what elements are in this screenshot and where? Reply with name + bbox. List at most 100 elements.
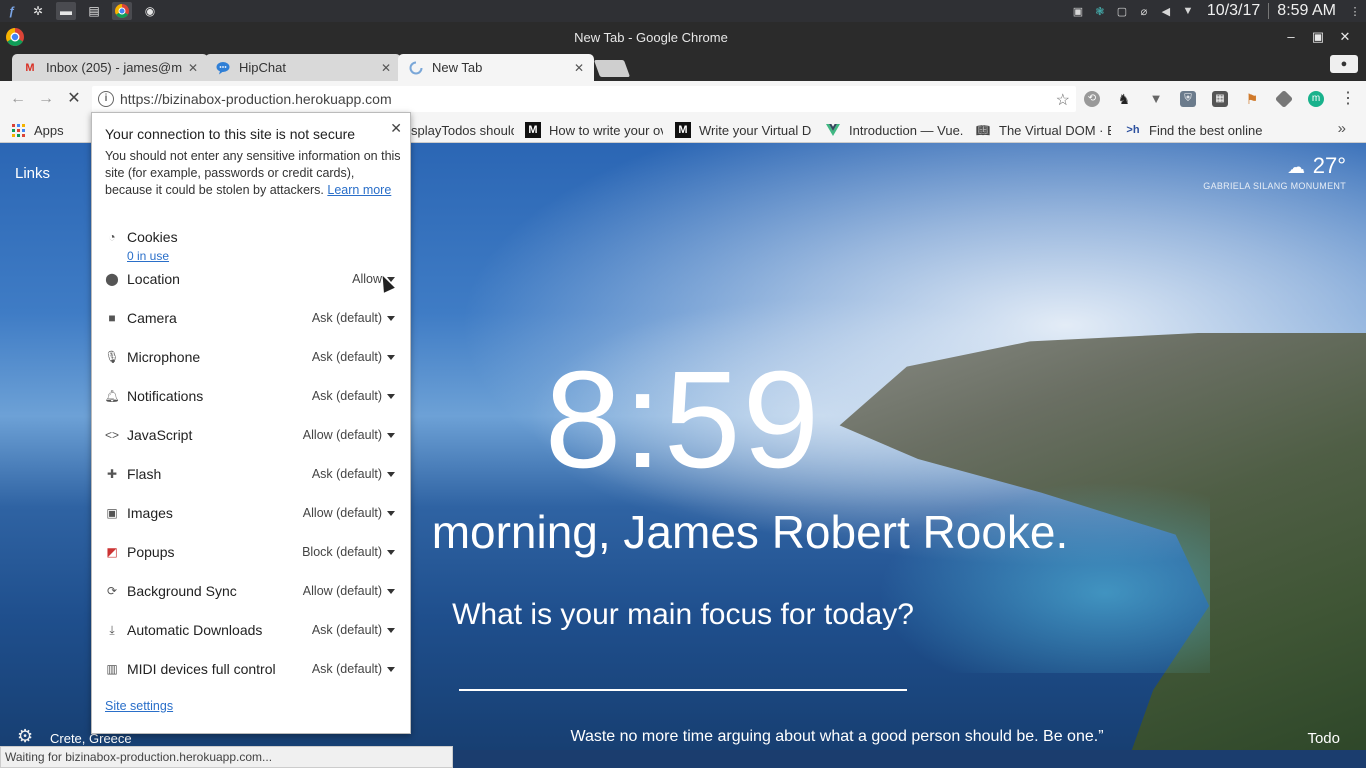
clip-icon[interactable]: ⌀	[1133, 0, 1155, 22]
screen-icon[interactable]: ▢	[1111, 0, 1133, 22]
chevron-double-right-icon[interactable]: »	[1338, 120, 1346, 137]
stop-loading-icon[interactable]: ✕	[64, 89, 84, 109]
keyboard-icon[interactable]: ▣	[1067, 0, 1089, 22]
permission-select[interactable]: Ask (default)	[312, 350, 382, 364]
bookmark-item[interactable]: M Write your Virtual DC	[675, 121, 812, 139]
permission-select[interactable]: Ask (default)	[312, 662, 382, 676]
permission-row-automatic-downloads[interactable]: ⤓ Automatic Downloads Ask (default)	[105, 620, 395, 640]
download-icon: ⤓	[109, 622, 115, 637]
close-icon[interactable]: ✕	[186, 61, 200, 75]
shield-icon[interactable]: ⛨	[1180, 91, 1196, 107]
chrome-icon[interactable]	[112, 2, 132, 20]
close-icon[interactable]: ✕	[390, 120, 402, 137]
learn-more-link[interactable]: Learn more	[327, 183, 391, 197]
permission-select[interactable]: Allow (default)	[303, 506, 382, 520]
apps-grid-icon	[10, 122, 26, 138]
terminal-icon[interactable]: ▬	[56, 2, 76, 20]
dropdown-icon[interactable]: ▼	[1177, 0, 1199, 22]
sea-background	[860, 473, 1210, 673]
extension-icon[interactable]	[1274, 89, 1294, 109]
site-settings-link[interactable]: Site settings	[105, 699, 173, 713]
extension-icon[interactable]: ⟲	[1084, 91, 1100, 107]
tab-new-tab[interactable]: New Tab ✕	[398, 54, 594, 81]
close-window-icon[interactable]: ✕	[1336, 28, 1354, 46]
permission-row-javascript[interactable]: <> JavaScript Allow (default)	[105, 425, 395, 445]
site-info-popup: Your connection to this site is not secu…	[91, 112, 411, 734]
chevron-down-icon[interactable]	[387, 393, 395, 399]
cookies-in-use-link[interactable]: 0 in use	[127, 249, 169, 263]
focus-input[interactable]	[459, 689, 907, 691]
chevron-down-icon[interactable]	[387, 432, 395, 438]
permission-label: Camera	[127, 310, 177, 326]
permission-select[interactable]: Allow (default)	[303, 584, 382, 598]
permission-select[interactable]: Ask (default)	[312, 467, 382, 481]
volume-icon[interactable]: ◀	[1155, 0, 1177, 22]
network-icon[interactable]: ❃	[1089, 0, 1111, 22]
bookmark-apps[interactable]: Apps	[10, 121, 72, 139]
close-icon[interactable]: ✕	[379, 61, 393, 75]
tab-label: HipChat	[239, 60, 286, 75]
permission-select[interactable]: Ask (default)	[312, 311, 382, 325]
bookmark-item[interactable]: splayTodos should	[411, 121, 514, 139]
extension-icon[interactable]: ⚑	[1244, 91, 1260, 107]
chevron-down-icon[interactable]	[387, 588, 395, 594]
permission-select[interactable]: Allow (default)	[303, 428, 382, 442]
extension-icon[interactable]: m	[1308, 91, 1324, 107]
permission-row-flash[interactable]: ✚ Flash Ask (default)	[105, 464, 395, 484]
chevron-down-icon[interactable]	[387, 510, 395, 516]
maximize-icon[interactable]: ▣	[1309, 28, 1327, 46]
weather-widget[interactable]: ☁︎ 27° GABRIELA SILANG MONUMENT	[1203, 153, 1346, 191]
forward-arrow-icon[interactable]: →	[36, 89, 56, 109]
tab-hipchat[interactable]: HipChat ✕	[205, 54, 401, 81]
more-vert-icon[interactable]: ⋮	[1344, 0, 1366, 22]
weather-location: GABRIELA SILANG MONUMENT	[1203, 181, 1346, 191]
back-arrow-icon[interactable]: ←	[8, 89, 28, 109]
extension-icon[interactable]: ▦	[1212, 91, 1228, 107]
bookmark-item[interactable]: M How to write your ov	[525, 121, 663, 139]
address-bar[interactable]: i https://bizinabox-production.herokuapp…	[92, 86, 1076, 112]
bookmark-star-icon[interactable]: ☆	[1056, 90, 1070, 110]
minimize-icon[interactable]: –	[1282, 28, 1300, 46]
os-date[interactable]: 10/3/17	[1199, 2, 1268, 20]
permission-row-camera[interactable]: ■ Camera Ask (default)	[105, 308, 395, 328]
bookmark-item[interactable]: 📖︎ The Virtual DOM · Bi	[975, 121, 1111, 139]
extension-icon[interactable]: ▼	[1148, 91, 1164, 107]
links-button[interactable]: Links	[15, 165, 50, 182]
close-icon[interactable]: ✕	[572, 61, 586, 75]
cookie-icon: ◔	[108, 230, 116, 244]
bookmark-item[interactable]: Introduction — Vue.j	[825, 121, 963, 139]
todo-button[interactable]: Todo	[1307, 730, 1340, 747]
permission-select[interactable]: Ask (default)	[312, 623, 382, 637]
chevron-down-icon[interactable]	[387, 315, 395, 321]
fedora-icon[interactable]: ƒ	[2, 2, 22, 20]
status-bar: Waiting for bizinabox-production.herokua…	[0, 746, 453, 768]
info-icon[interactable]: i	[98, 91, 114, 107]
os-clock[interactable]: 8:59 AM	[1269, 2, 1344, 20]
chevron-down-icon[interactable]	[387, 666, 395, 672]
permission-row-images[interactable]: ▣ Images Allow (default)	[105, 503, 395, 523]
app-icon[interactable]: ◉	[140, 2, 160, 20]
tab-inbox[interactable]: M Inbox (205) - james@m ✕	[12, 54, 208, 81]
permission-select[interactable]: Block (default)	[302, 545, 382, 559]
permission-row-location[interactable]: ⬤ Location Allow	[105, 269, 395, 289]
bookmark-item[interactable]: >h Find the best online	[1125, 121, 1263, 139]
hipchat-icon	[215, 60, 231, 76]
chevron-down-icon[interactable]	[387, 471, 395, 477]
permission-row-microphone[interactable]: 🎙︎ Microphone Ask (default)	[104, 347, 395, 367]
chevron-down-icon[interactable]	[387, 627, 395, 633]
chevron-down-icon[interactable]	[387, 549, 395, 555]
settings-icon[interactable]: ✲	[28, 2, 48, 20]
permission-row-background-sync[interactable]: ⟳ Background Sync Allow (default)	[105, 581, 395, 601]
url-text[interactable]: https://bizinabox-production.herokuapp.c…	[120, 91, 392, 107]
permission-label: Notifications	[127, 388, 204, 404]
permission-row-midi[interactable]: ▥ MIDI devices full control Ask (default…	[105, 659, 395, 679]
permission-row-popups[interactable]: ◩ Popups Block (default)	[105, 542, 395, 562]
chevron-down-icon[interactable]	[387, 354, 395, 360]
permission-select[interactable]: Ask (default)	[312, 389, 382, 403]
menu-kebab-icon[interactable]: ⋮	[1340, 91, 1356, 107]
files-icon[interactable]: ▤	[84, 2, 104, 20]
extension-icon[interactable]: ♞	[1116, 91, 1132, 107]
profile-icon[interactable]: ●	[1330, 55, 1358, 73]
new-tab-button[interactable]	[593, 60, 631, 77]
permission-row-notifications[interactable]: 🔔︎ Notifications Ask (default)	[104, 386, 395, 406]
